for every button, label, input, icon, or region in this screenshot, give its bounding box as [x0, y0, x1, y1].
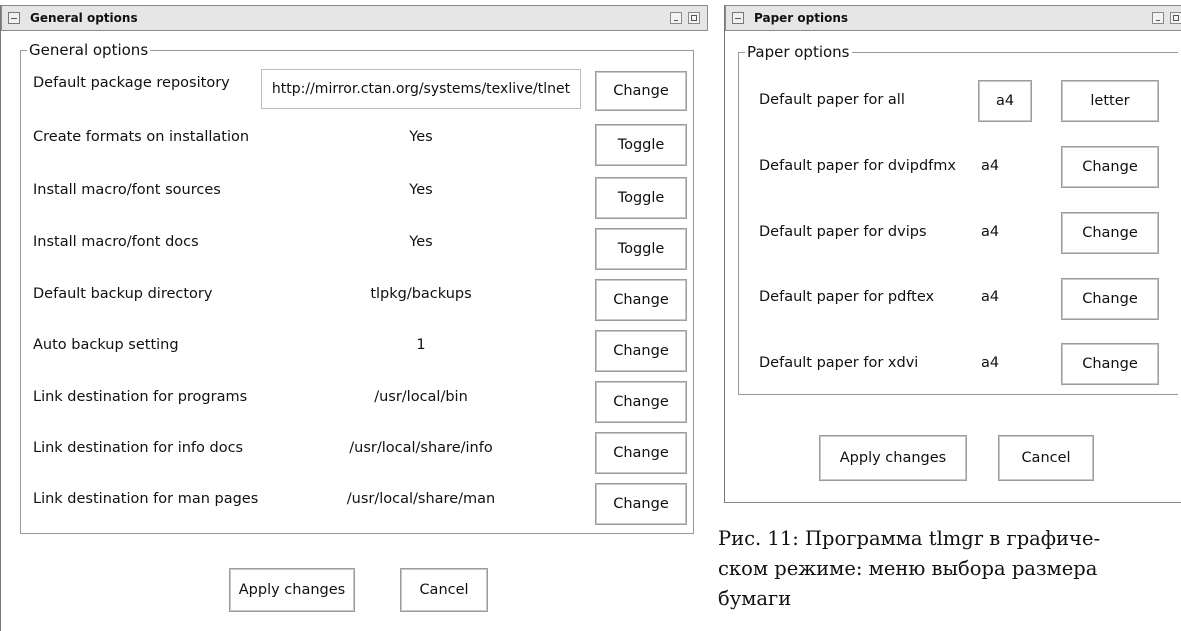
paper-all-label: Default paper for all — [759, 92, 905, 108]
change-dvips-button[interactable]: Change — [1061, 212, 1159, 254]
row-value: Yes — [409, 182, 433, 198]
paper-options-legend: Paper options — [747, 43, 850, 61]
toggle-sources-button[interactable]: Toggle — [595, 177, 687, 219]
row-label: Create formats on installation — [33, 129, 250, 145]
window-menu-icon[interactable] — [8, 12, 20, 24]
window-bottom-edge — [725, 502, 1181, 503]
change-dvipdfmx-button[interactable]: Change — [1061, 146, 1159, 188]
cancel-button[interactable]: Cancel — [400, 568, 488, 612]
window-menu-icon[interactable] — [732, 12, 744, 24]
paper-row-value: a4 — [981, 158, 1000, 174]
paper-row-label: Default paper for dvipdfmx — [759, 158, 956, 174]
row-label: Link destination for programs — [33, 389, 248, 405]
change-repository-button[interactable]: Change — [595, 71, 687, 111]
row-value: Yes — [409, 129, 433, 145]
paper-row-value: a4 — [981, 289, 1000, 305]
toggle-create-formats-button[interactable]: Toggle — [595, 124, 687, 166]
paper-a4-button[interactable]: a4 — [978, 80, 1032, 122]
row-value: tlpkg/backups — [370, 286, 472, 302]
row-value: 1 — [416, 337, 426, 353]
maximize-icon[interactable] — [1170, 12, 1181, 24]
change-info-link-button[interactable]: Change — [595, 432, 687, 474]
minimize-icon[interactable] — [1152, 12, 1164, 24]
general-options-window: General options General options Default … — [0, 5, 708, 631]
change-auto-backup-button[interactable]: Change — [595, 330, 687, 372]
paper-letter-button[interactable]: letter — [1061, 80, 1159, 122]
change-xdvi-button[interactable]: Change — [1061, 343, 1159, 385]
paper-row-label: Default paper for pdftex — [759, 289, 935, 305]
caption-line-3: бумаги — [718, 587, 792, 610]
row-value: /usr/local/bin — [374, 389, 468, 405]
apply-changes-button[interactable]: Apply changes — [229, 568, 355, 612]
caption-line-1: Рис. 11: Программа tlmgr в графиче- — [718, 527, 1101, 550]
figure-caption: Рис. 11: Программа tlmgr в графиче- ском… — [718, 524, 1100, 614]
window-title: Paper options — [754, 11, 849, 25]
toggle-docs-button[interactable]: Toggle — [595, 228, 687, 270]
change-man-link-button[interactable]: Change — [595, 483, 687, 525]
row-value: /usr/local/share/man — [346, 491, 496, 507]
row-label: Default package repository — [33, 75, 230, 91]
row-value: Yes — [409, 234, 433, 250]
maximize-icon[interactable] — [688, 12, 700, 24]
repository-url-field[interactable]: http://mirror.ctan.org/systems/texlive/t… — [261, 69, 581, 109]
paper-row-label: Default paper for dvips — [759, 224, 927, 240]
row-label: Link destination for man pages — [33, 491, 259, 507]
change-pdftex-button[interactable]: Change — [1061, 278, 1159, 320]
paper-row-value: a4 — [981, 355, 1000, 371]
row-label: Auto backup setting — [33, 337, 179, 353]
paper-row-value: a4 — [981, 224, 1000, 240]
row-label: Install macro/font sources — [33, 182, 221, 198]
cancel-button[interactable]: Cancel — [998, 435, 1094, 481]
row-label: Default backup directory — [33, 286, 213, 302]
row-label: Link destination for info docs — [33, 440, 244, 456]
apply-changes-button[interactable]: Apply changes — [819, 435, 967, 481]
paper-options-titlebar: Paper options — [725, 5, 1181, 31]
change-backup-dir-button[interactable]: Change — [595, 279, 687, 321]
row-label: Install macro/font docs — [33, 234, 199, 250]
caption-line-2: ском режиме: меню выбора размера — [718, 557, 1098, 580]
general-options-legend: General options — [29, 41, 149, 59]
change-programs-link-button[interactable]: Change — [595, 381, 687, 423]
window-title: General options — [30, 11, 138, 25]
row-value: /usr/local/share/info — [349, 440, 493, 456]
general-options-titlebar: General options — [1, 5, 708, 31]
minimize-icon[interactable] — [670, 12, 682, 24]
paper-row-label: Default paper for xdvi — [759, 355, 919, 371]
paper-options-window: Paper options Paper options Default pape… — [724, 5, 1181, 503]
